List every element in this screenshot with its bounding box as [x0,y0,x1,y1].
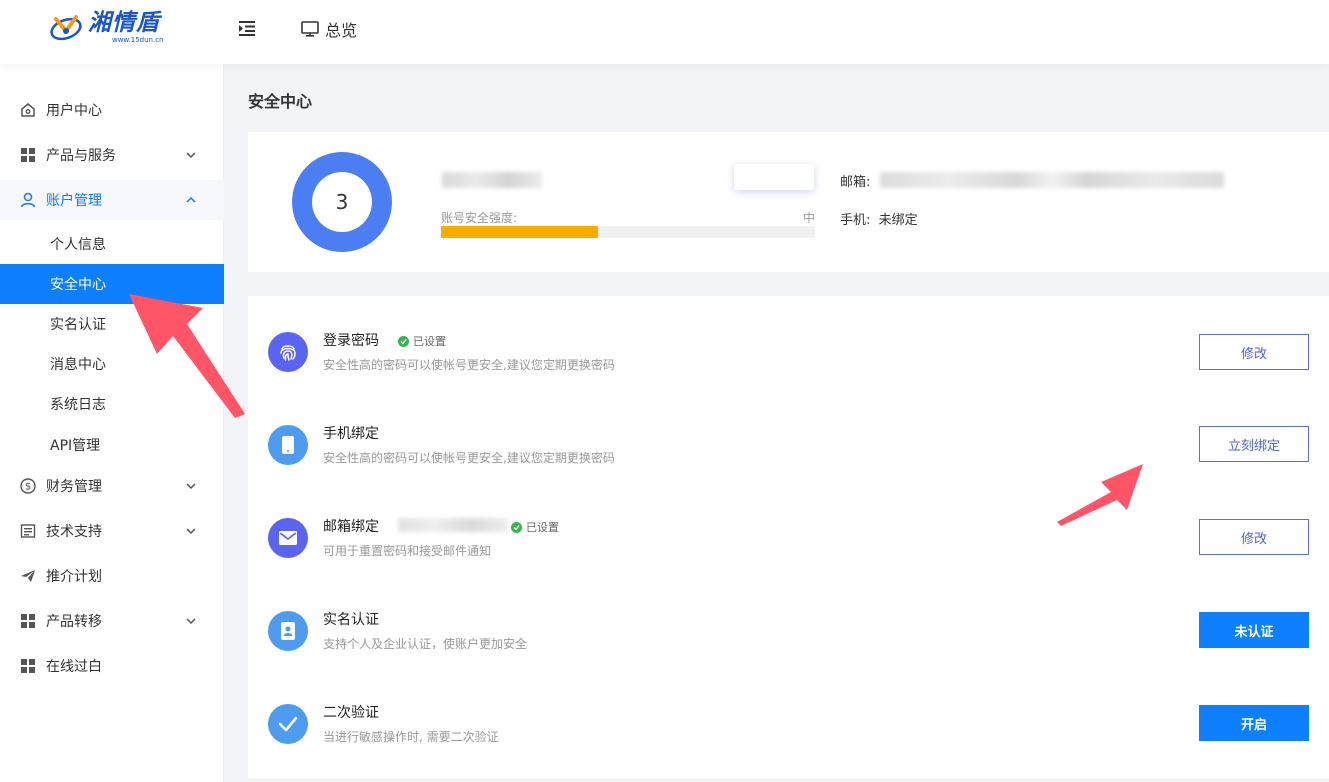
id-card-icon [268,611,308,651]
list-item-email-binding: 邮箱绑定 已设置 可用于重置密码和接受邮件通知 修改 [248,482,1329,575]
phone-value: 未绑定 [878,213,918,228]
sidebar-subitem-verification[interactable]: 实名认证 [0,304,224,344]
top-bar: 湘情盾 www.15dun.cn 总览 [0,0,1329,64]
sidebar-subitem-api[interactable]: API管理 [0,425,224,465]
home-icon [21,103,35,117]
dollar-icon: $ [20,478,36,494]
email-label: 邮箱: [840,175,871,190]
list-item-login-password: 登录密码 已设置 安全性高的密码可以使帐号更安全,建议您定期更换密码 修改 [248,296,1329,389]
sidebar-subitem-security[interactable]: 安全中心 [0,264,224,304]
strength-value: 中 [803,211,816,225]
grid-icon [21,148,35,162]
fingerprint-icon [268,332,308,372]
sidebar-item-referral[interactable]: 推介计划 [0,556,224,596]
sidebar-item-support[interactable]: 技术支持 [0,511,224,551]
item-description: 当进行敏感操作时, 需要二次验证 [323,730,499,744]
security-summary-card: 3 账号安全强度: 中 邮箱: 手机: 未绑定 [248,132,1329,272]
sidebar-item-transfer[interactable]: 产品转移 [0,601,224,641]
list-item-real-name: 实名认证 支持个人及企业认证，使账户更加安全 未认证 [248,575,1329,668]
sidebar-item-finance[interactable]: $ 财务管理 [0,466,224,506]
sidebar-item-products[interactable]: 产品与服务 [0,135,224,175]
redacted-button[interactable] [734,164,814,190]
chevron-down-icon [186,483,196,490]
security-items-list: 登录密码 已设置 安全性高的密码可以使帐号更安全,建议您定期更换密码 修改 手机… [248,296,1329,778]
chevron-down-icon [186,152,196,159]
item-title: 登录密码 [323,333,379,349]
username-redacted [442,172,542,188]
check-circle-icon [398,335,409,347]
item-description: 安全性高的密码可以使帐号更安全,建议您定期更换密码 [323,358,615,372]
bind-phone-button[interactable]: 立刻绑定 [1199,426,1309,462]
strength-bar-fill [441,226,599,238]
brand-domain: www.15dun.cn [112,36,164,44]
email-redacted [398,518,508,532]
user-icon [20,192,36,208]
sidebar-subitem-profile[interactable]: 个人信息 [0,224,224,264]
item-description: 安全性高的密码可以使帐号更安全,建议您定期更换密码 [323,451,615,465]
verify-identity-button[interactable]: 未认证 [1199,612,1309,648]
mail-icon [268,518,308,558]
list-item-phone-binding: 手机绑定 安全性高的密码可以使帐号更安全,建议您定期更换密码 立刻绑定 [248,389,1329,482]
page-title: 安全中心 [248,92,313,111]
sidebar-item-whitelist[interactable]: 在线过白 [0,646,224,686]
modify-email-button[interactable]: 修改 [1199,519,1309,555]
logo-mark-icon [50,15,82,41]
chevron-down-icon [186,618,196,625]
item-title: 手机绑定 [323,426,379,442]
grid-icon [21,614,35,628]
item-title: 二次验证 [323,705,379,721]
item-title: 实名认证 [323,612,379,628]
sidebar-item-account[interactable]: 账户管理 [0,180,224,220]
phone-icon [268,425,308,465]
strength-bar [441,226,815,238]
enable-2fa-button[interactable]: 开启 [1199,705,1309,741]
list-item-two-factor: 二次验证 当进行敏感操作时, 需要二次验证 开启 [248,668,1329,761]
status-badge: 已设置 [511,519,559,535]
sidebar-subitem-logs[interactable]: 系统日志 [0,384,224,424]
menu-fold-icon[interactable] [238,19,256,37]
modify-password-button[interactable]: 修改 [1199,334,1309,370]
monitor-icon [301,21,319,37]
strength-label: 账号安全强度: [441,211,518,225]
sidebar-subitem-messages[interactable]: 消息中心 [0,344,224,384]
security-score: 3 [312,172,372,232]
brand-logo[interactable]: 湘情盾 www.15dun.cn [48,10,164,44]
security-score-ring: 3 [292,152,392,252]
brand-name: 湘情盾 [88,10,160,36]
email-redacted [880,172,1224,188]
item-title: 邮箱绑定 [323,519,379,535]
overview-label: 总览 [325,21,358,40]
chevron-down-icon [186,528,196,535]
document-icon [20,524,36,538]
check-icon [268,704,308,744]
paper-plane-icon [21,570,35,582]
grid-icon [21,659,35,673]
chevron-up-icon [186,196,196,203]
sidebar: 用户中心 产品与服务 账户管理 个人信息 安全中心 实名认证 消息中心 系统日志… [0,64,224,782]
overview-link[interactable]: 总览 [301,17,357,41]
status-badge: 已设置 [398,333,446,349]
check-circle-icon [511,521,522,533]
sidebar-item-user-center[interactable]: 用户中心 [0,90,224,130]
item-description: 可用于重置密码和接受邮件通知 [323,544,492,558]
svg-text:$: $ [25,482,31,493]
item-description: 支持个人及企业认证，使账户更加安全 [323,637,528,651]
phone-label: 手机: 未绑定 [840,213,918,228]
